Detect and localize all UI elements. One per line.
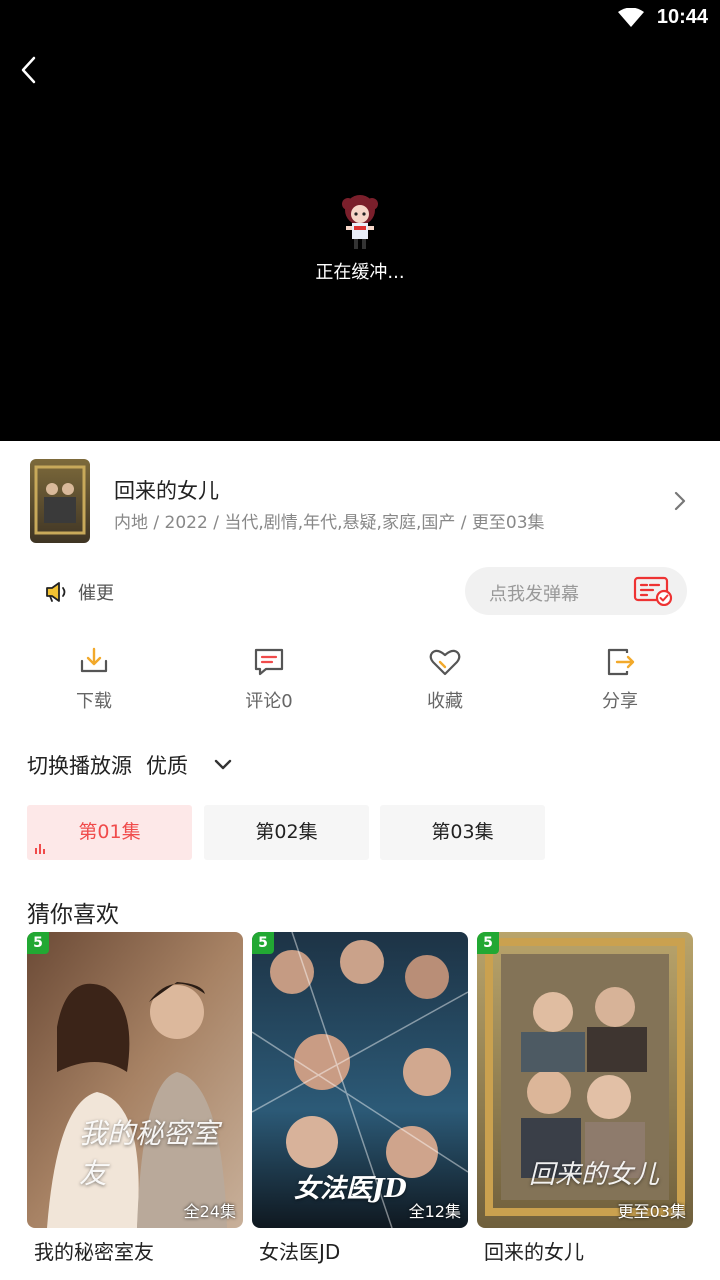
download-label: 下载 — [76, 691, 112, 712]
source-selector[interactable]: 切换播放源 优质 — [27, 750, 234, 780]
megaphone-icon — [46, 582, 66, 602]
rating-badge: 5 — [477, 932, 499, 954]
rating-badge: 5 — [252, 932, 274, 954]
favorite-button[interactable]: 收藏 — [385, 645, 505, 713]
rating-badge: 5 — [27, 932, 49, 954]
source-label: 切换播放源 — [27, 754, 132, 778]
favorite-label: 收藏 — [427, 691, 463, 712]
recommend-name: 女法医JD — [259, 1240, 341, 1264]
recommend-poster: 我的秘密室友 5 全24集 — [27, 932, 243, 1228]
chevron-right-icon[interactable] — [672, 489, 688, 513]
episode-label: 第03集 — [431, 821, 494, 843]
episode-label: 第02集 — [255, 821, 318, 843]
comment-label: 评论0 — [245, 691, 293, 712]
show-poster-thumbnail — [30, 459, 90, 543]
recommend-poster: 女法医JD 5 全12集 — [252, 932, 468, 1228]
source-value: 优质 — [146, 754, 188, 778]
download-icon — [80, 647, 108, 673]
poster-title-art: 回来的女儿 — [529, 1160, 660, 1190]
episode-count: 全12集 — [408, 1202, 461, 1221]
status-bar: 10:44 — [0, 0, 720, 40]
heart-icon — [429, 649, 461, 676]
urge-update-label: 催更 — [78, 583, 114, 604]
buffering-indicator: 正在缓冲... — [0, 190, 720, 284]
danmaku-settings-icon[interactable] — [633, 576, 673, 606]
episode-label: 第01集 — [78, 821, 141, 843]
buffering-text: 正在缓冲... — [315, 262, 405, 283]
recommend-card[interactable]: 回来的女儿 5 更至03集 回来的女儿 — [477, 932, 693, 1265]
loading-mascot-icon — [342, 195, 378, 249]
share-label: 分享 — [602, 691, 638, 712]
episode-item[interactable]: 第01集 — [27, 805, 192, 860]
share-icon — [607, 648, 635, 676]
share-button[interactable]: 分享 — [560, 645, 680, 713]
playing-bars-icon — [35, 844, 45, 854]
show-meta: 内地 / 2022 / 当代,剧情,年代,悬疑,家庭,国产 / 更至03集 — [114, 513, 545, 533]
download-button[interactable]: 下载 — [34, 645, 154, 713]
show-info[interactable]: 回来的女儿 内地 / 2022 / 当代,剧情,年代,悬疑,家庭,国产 / 更至… — [0, 441, 720, 553]
status-time: 10:44 — [656, 6, 708, 28]
urge-update-button[interactable]: 催更 — [44, 578, 114, 606]
recommend-name: 我的秘密室友 — [34, 1240, 154, 1264]
video-player[interactable]: 10:44 正在缓冲... — [0, 0, 720, 441]
comment-button[interactable]: 评论0 — [209, 645, 329, 713]
wifi-icon — [618, 8, 644, 27]
recommend-poster: 回来的女儿 5 更至03集 — [477, 932, 693, 1228]
recommend-card[interactable]: 女法医JD 5 全12集 女法医JD — [252, 932, 468, 1265]
danmaku-input[interactable]: 点我发弹幕 — [465, 567, 687, 615]
action-bar: 下载 评论0 收藏 分享 — [0, 645, 720, 725]
recommend-name: 回来的女儿 — [484, 1240, 584, 1264]
back-icon[interactable] — [14, 54, 44, 86]
poster-title-art: 女法医JD — [294, 1174, 407, 1204]
episode-item[interactable]: 第03集 — [380, 805, 545, 860]
recommend-card[interactable]: 我的秘密室友 5 全24集 我的秘密室友 — [27, 932, 243, 1265]
episode-count: 更至03集 — [617, 1202, 686, 1221]
episode-item[interactable]: 第02集 — [204, 805, 369, 860]
danmaku-placeholder: 点我发弹幕 — [489, 584, 579, 605]
poster-title-art: 我的秘密室友 — [79, 1117, 220, 1190]
comment-icon — [254, 648, 284, 676]
recommend-section-title: 猜你喜欢 — [27, 902, 119, 928]
chevron-down-icon[interactable] — [212, 754, 234, 776]
show-title: 回来的女儿 — [114, 479, 219, 503]
episode-count: 全24集 — [183, 1202, 236, 1221]
